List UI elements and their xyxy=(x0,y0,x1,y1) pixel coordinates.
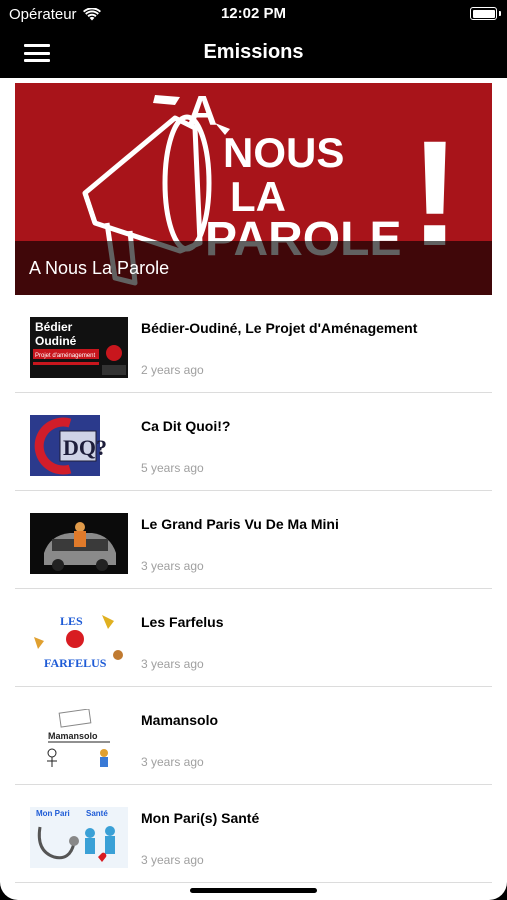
show-date: 3 years ago xyxy=(141,853,204,867)
show-title: Les Farfelus xyxy=(141,614,224,630)
show-title: Mon Pari(s) Santé xyxy=(141,810,260,826)
thumb-text-oudine: Oudiné xyxy=(35,334,77,348)
thumb-text-bedier: Bédier xyxy=(35,320,73,334)
list-item[interactable]: Bédier Oudiné Projet d'aménagement Bédie… xyxy=(15,295,492,393)
battery-icon xyxy=(470,7,501,20)
list-item[interactable]: Mon Pari Santé Mon Pari(s) Santé 3 years… xyxy=(15,785,492,883)
show-title: Le Grand Paris Vu De Ma Mini xyxy=(141,516,339,532)
navigation-bar: Emissions xyxy=(0,30,507,78)
show-date: 2 years ago xyxy=(141,363,204,377)
page-title: Emissions xyxy=(203,41,304,63)
show-thumbnail: Mamansolo xyxy=(30,709,128,770)
show-thumbnail: LES FARFELUS xyxy=(30,611,128,672)
thumb-text-cdq: DQ? xyxy=(63,435,107,460)
thumb-text-les: LES xyxy=(60,614,83,628)
status-bar: Opérateur 12:02 PM xyxy=(0,0,507,30)
show-title: Mamansolo xyxy=(141,712,219,728)
show-thumbnail xyxy=(30,513,128,574)
art-text-a: A xyxy=(187,87,217,134)
show-date: 5 years ago xyxy=(141,461,204,475)
list-item[interactable]: Mamansolo Mamansolo 3 years ago xyxy=(15,687,492,785)
shows-list: Bédier Oudiné Projet d'aménagement Bédie… xyxy=(15,295,492,883)
show-date: 3 years ago xyxy=(141,755,204,769)
show-date: 3 years ago xyxy=(141,559,204,573)
show-thumbnail: DQ? xyxy=(30,415,128,476)
thumb-text-projet: Projet d'aménagement xyxy=(35,353,96,359)
home-indicator xyxy=(190,888,317,893)
content-area: A NOUS LA PAROLE ! A Nous La Parole Bédi… xyxy=(0,78,507,900)
thumb-text-mon-paris: Mon Pari xyxy=(36,809,70,818)
art-text-nous: NOUS xyxy=(223,129,344,176)
list-item[interactable]: DQ? Ca Dit Quoi!? 5 years ago xyxy=(15,393,492,491)
list-item[interactable]: LES FARFELUS Les Farfelus 3 years ago xyxy=(15,589,492,687)
thumb-text-sante: Santé xyxy=(86,809,108,818)
show-thumbnail: Bédier Oudiné Projet d'aménagement xyxy=(30,317,128,378)
status-time: 12:02 PM xyxy=(220,5,287,22)
show-thumbnail: Mon Pari Santé xyxy=(30,807,128,868)
featured-show-banner[interactable]: A NOUS LA PAROLE ! A Nous La Parole xyxy=(15,83,492,295)
featured-show-title: A Nous La Parole xyxy=(29,258,170,278)
show-title: Ca Dit Quoi!? xyxy=(141,418,231,434)
thumb-text-farfelus: FARFELUS xyxy=(44,656,107,670)
list-item[interactable]: Le Grand Paris Vu De Ma Mini 3 years ago xyxy=(15,491,492,589)
featured-show-caption-bar: A Nous La Parole xyxy=(15,241,492,295)
show-title: Bédier-Oudiné, Le Projet d'Aménagement xyxy=(141,320,418,336)
show-date: 3 years ago xyxy=(141,657,204,671)
thumb-text-mamansolo: Mamansolo xyxy=(48,731,98,741)
